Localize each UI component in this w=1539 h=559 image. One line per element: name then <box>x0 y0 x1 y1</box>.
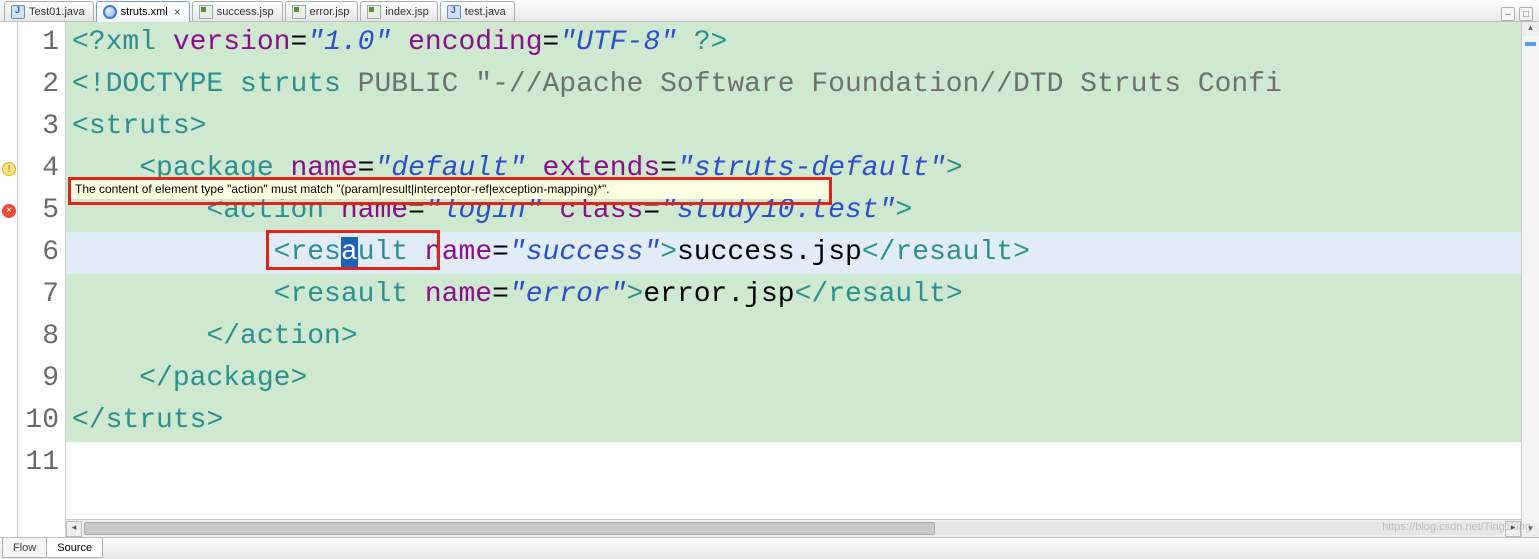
editor-tab[interactable]: index.jsp <box>360 1 437 21</box>
tab-label: Test01.java <box>29 6 85 18</box>
editor-area: !× 1234567891011 <?xml version="1.0" enc… <box>0 22 1539 537</box>
line-number: 10 <box>18 400 59 442</box>
line-number: 3 <box>18 106 59 148</box>
horizontal-scrollbar[interactable]: ◂ ▸ <box>66 519 1521 537</box>
scroll-right-button[interactable]: ▸ <box>1505 521 1521 537</box>
tab-label: test.java <box>465 6 506 18</box>
validation-tooltip: The content of element type "action" mus… <box>71 180 829 199</box>
annotation-highlight-tooltip: The content of element type "action" mus… <box>68 177 832 205</box>
code-line[interactable]: <?xml version="1.0" encoding="UTF-8" ?> <box>66 22 727 64</box>
code-line[interactable]: <!DOCTYPE struts PUBLIC "-//Apache Softw… <box>66 64 1282 106</box>
code-line[interactable]: </package> <box>66 358 307 400</box>
code-line[interactable]: <struts> <box>66 106 206 148</box>
scroll-thumb[interactable] <box>84 522 935 535</box>
line-number: 4 <box>18 148 59 190</box>
code-line[interactable]: <resault name="success">success.jsp</res… <box>66 232 1030 274</box>
editor-view-tabs: FlowSource <box>0 537 1539 559</box>
error-marker-icon[interactable]: × <box>2 204 16 218</box>
line-number: 1 <box>18 22 59 64</box>
line-number: 2 <box>18 64 59 106</box>
editor-tab[interactable]: error.jsp <box>285 1 359 21</box>
code-editor[interactable]: <?xml version="1.0" encoding="UTF-8" ?> … <box>66 22 1521 537</box>
jsp-file-icon <box>367 5 381 19</box>
editor-tab[interactable]: Test01.java <box>4 1 94 21</box>
view-tab-source[interactable]: Source <box>46 538 103 558</box>
line-number: 8 <box>18 316 59 358</box>
editor-tab[interactable]: success.jsp <box>192 1 283 21</box>
close-tab-icon[interactable]: × <box>174 5 181 19</box>
java-file-icon <box>11 5 25 19</box>
minimize-editor-button[interactable]: – <box>1501 7 1515 21</box>
tab-label: index.jsp <box>385 6 428 18</box>
scroll-track[interactable] <box>84 522 1503 535</box>
line-number: 11 <box>18 442 59 484</box>
jsp-file-icon <box>292 5 306 19</box>
line-number-column: 1234567891011 <box>18 22 66 537</box>
overview-ruler[interactable]: ▴ ▾ <box>1521 22 1539 537</box>
tab-label: success.jsp <box>217 6 274 18</box>
line-number: 6 <box>18 232 59 274</box>
jsp-file-icon <box>199 5 213 19</box>
line-number: 9 <box>18 358 59 400</box>
scroll-left-button[interactable]: ◂ <box>66 521 82 537</box>
editor-tab[interactable]: test.java <box>440 1 515 21</box>
line-number: 7 <box>18 274 59 316</box>
java-file-icon <box>447 5 461 19</box>
code-line[interactable] <box>66 442 72 484</box>
xml-file-icon <box>103 5 117 19</box>
marker-gutter: !× <box>0 22 18 537</box>
code-line[interactable]: </action> <box>66 316 358 358</box>
scroll-down-button[interactable]: ▾ <box>1522 523 1539 537</box>
editor-tab-bar: Test01.java struts.xml × success.jsp error.j… <box>0 0 1539 22</box>
scroll-up-button[interactable]: ▴ <box>1522 22 1539 36</box>
line-number: 5 <box>18 190 59 232</box>
editor-tab[interactable]: struts.xml × <box>96 1 190 22</box>
maximize-editor-button[interactable]: □ <box>1519 7 1533 21</box>
annotation-highlight-tag <box>266 230 440 270</box>
tab-label: struts.xml <box>121 6 168 18</box>
tab-label: error.jsp <box>310 6 350 18</box>
view-tab-flow[interactable]: Flow <box>2 538 47 558</box>
code-line[interactable]: <resault name="error">error.jsp</resault… <box>66 274 963 316</box>
warning-marker-icon[interactable]: ! <box>2 162 16 176</box>
code-line[interactable]: </struts> <box>66 400 223 442</box>
tab-bar-controls: – □ <box>1501 7 1539 21</box>
